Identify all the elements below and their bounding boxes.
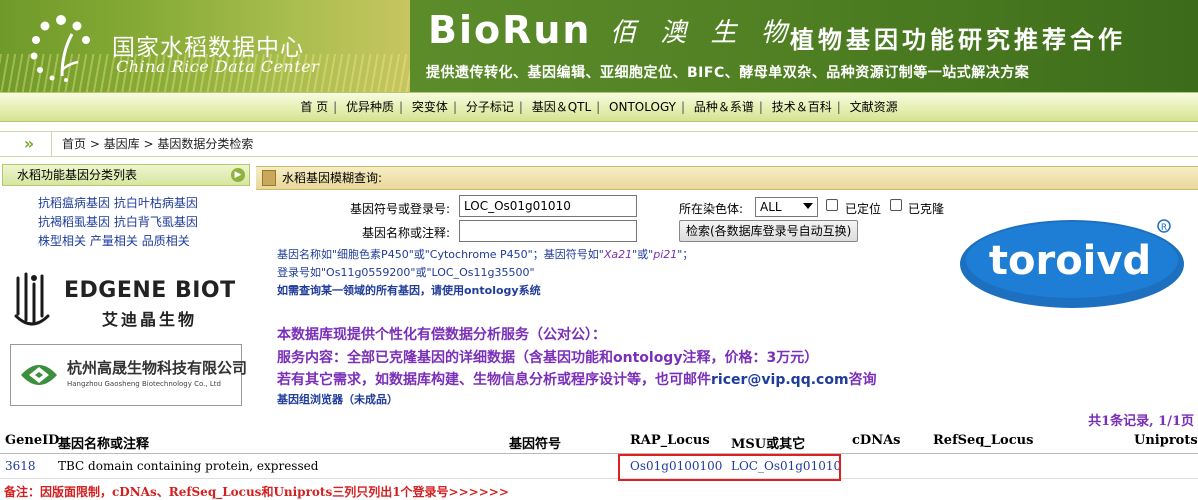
nav-separator: |: [596, 100, 601, 114]
header-banner: 国家水稻数据中心 China Rice Data Center BioRun 佰…: [0, 0, 1198, 92]
biorun-brand-cn: 佰 澳 生 物: [610, 18, 795, 48]
located-checkbox[interactable]: [826, 199, 838, 211]
query-panel-title: 水稻基因模糊查询:: [282, 171, 383, 185]
nav-mutant[interactable]: 突变体: [408, 100, 452, 114]
nav-separator: |: [452, 100, 457, 114]
gene-name-cell: TBC domain containing protein, expressed: [58, 459, 319, 473]
nav-gene-qtl[interactable]: 基因＆QTL: [528, 100, 595, 114]
nav-separator: |: [758, 100, 763, 114]
nav-ontology[interactable]: ONTOLOGY: [605, 100, 680, 114]
nav-tech-wiki[interactable]: 技术＆百科: [768, 100, 836, 114]
symbol-label: 基因符号或登录号:: [350, 202, 451, 216]
nav-separator: |: [836, 100, 841, 114]
result-count: 共1条记录, 1/1页: [1088, 414, 1194, 429]
nav-separator: |: [333, 100, 338, 114]
breadcrumb[interactable]: 首页 > 基因库 > 基因数据分类检索: [62, 132, 253, 156]
site-title-en: China Rice Data Center: [116, 57, 320, 76]
genome-browser-link[interactable]: 基因组浏览器（未成品）: [277, 391, 398, 407]
chevron-down-icon: [803, 203, 813, 209]
contact-email-link[interactable]: ricer@vip.qq.com: [711, 372, 849, 388]
hint-text: 基因名称如"细胞色素P450"或"Cytochrome P450"；基因符号如": [277, 248, 604, 261]
sidebar-link-blight-resistance[interactable]: 抗白叶枯病基因: [114, 196, 198, 210]
play-arrow-icon[interactable]: ▶: [231, 168, 245, 182]
rice-data-center-banner[interactable]: 国家水稻数据中心 China Rice Data Center: [0, 0, 410, 92]
nav-separator: |: [399, 100, 404, 114]
cloned-checkbox[interactable]: [890, 199, 902, 211]
biorun-ad-banner[interactable]: BioRun 佰 澳 生 物 植物基因功能研究推荐合作 提供遗传转化、基因编辑、…: [410, 0, 1198, 92]
col-symbol: 基因符号: [509, 437, 562, 452]
search-button[interactable]: 检索(各数据库登录号自动互换): [679, 220, 859, 242]
toroivd-ad[interactable]: toroivd R: [958, 208, 1190, 312]
hint-example-pi21: pi21: [653, 248, 678, 261]
gaosheng-ad[interactable]: 杭州高晟生物科技有限公司 Hangzhou Gaosheng Biotechno…: [10, 344, 247, 406]
hint-example-names: 基因名称如"细胞色素P450"或"Cytochrome P450"；基因符号如"…: [277, 246, 693, 262]
ad-services: 提供遗传转化、基因编辑、亚细胞定位、BIFC、酵母单双杂、品种资源订制等一站式解…: [426, 65, 1030, 81]
ontology-link[interactable]: 如需查询某一领域的所有基因，请使用ontology系统: [277, 282, 541, 298]
col-geneid: GeneID: [5, 433, 60, 448]
service-contact-text: 若有其它需求，如数据库构建、生物信息分析或程序设计等，也可邮件: [277, 372, 711, 388]
rice-data-center-logo: [30, 15, 90, 82]
hint-text: "或": [632, 248, 654, 261]
name-label: 基因名称或注释:: [362, 226, 451, 240]
sidebar-link-wbph-resistance[interactable]: 抗白背飞虱基因: [114, 215, 198, 229]
query-panel-header: 水稻基因模糊查询:: [256, 166, 1198, 190]
highlight-annotation-box: [618, 454, 841, 481]
nav-literature[interactable]: 文献资源: [846, 100, 902, 114]
nav-varieties[interactable]: 品种＆系谱: [690, 100, 758, 114]
results-table-header: GeneID 基因名称或注释 基因符号 RAP_Locus MSU或其它 cDN…: [0, 430, 1198, 454]
nav-markers[interactable]: 分子标记: [462, 100, 518, 114]
hint-example-xa21: Xa21: [603, 248, 633, 261]
breadcrumb-bar: » 首页 > 基因库 > 基因数据分类检索: [0, 131, 1198, 157]
footnote: 备注：因版面限制，cDNAs、RefSeq_Locus和Uniprots三列只列…: [4, 485, 509, 499]
col-uniprots: Uniprots: [1134, 433, 1198, 448]
folder-icon: [262, 170, 276, 186]
ad-slogan: 植物基因功能研究推荐合作: [790, 26, 1126, 54]
sidebar-title: 水稻功能基因分类列表: [17, 168, 138, 182]
geneid-link[interactable]: 3618: [5, 459, 36, 473]
nav-separator: |: [518, 100, 523, 114]
service-content: 服务内容：全部已克隆基因的详细数据（含基因功能和ontology注释，价格：3万…: [277, 350, 819, 366]
edgene-ad[interactable]: EDGENE BIOT 艾迪晶生物: [10, 268, 248, 334]
gaosheng-logo-icon: [21, 365, 57, 385]
main-nav: 首 页 | 优异种质 | 突变体 | 分子标记 | 基因＆QTL | ONTOLOGY | …: [0, 92, 1198, 122]
hint-example-accessions: 登录号如"Os11g0559200"或"LOC_Os11g35500": [277, 266, 535, 279]
double-chevron-icon: »: [4, 132, 52, 156]
chromosome-label: 所在染色体:: [679, 202, 744, 216]
service-intro: 本数据库现提供个性化有偿数据分析服务（公对公）：: [277, 327, 606, 343]
sidebar-link-plant-type[interactable]: 株型相关: [38, 234, 86, 248]
table-row: 3618 TBC domain containing protein, expr…: [0, 455, 1198, 479]
sidebar-header: 水稻功能基因分类列表 ▶: [2, 164, 250, 186]
nav-home[interactable]: 首 页: [296, 100, 332, 114]
edgene-name: EDGENE BIOT: [64, 278, 236, 303]
toroivd-logo: toroivd R: [960, 219, 1184, 308]
toroivd-logo-text: toroivd: [989, 238, 1151, 284]
col-rap-locus: RAP_Locus: [630, 433, 710, 448]
cloned-label: 已克隆: [908, 202, 945, 216]
hint-text: "；: [677, 248, 694, 261]
gaosheng-name-cn: 杭州高晟生物科技有限公司: [67, 359, 248, 377]
sidebar-link-yield[interactable]: 产量相关: [90, 234, 138, 248]
nav-separator: |: [680, 100, 686, 114]
sidebar-links: 抗稻瘟病基因 抗白叶枯病基因 抗褐稻虱基因 抗白背飞虱基因 株型相关 产量相关 …: [38, 194, 248, 251]
col-msu: MSU或其它: [731, 437, 806, 452]
col-refseq-locus: RefSeq_Locus: [933, 433, 1034, 448]
service-contact: 若有其它需求，如数据库构建、生物信息分析或程序设计等，也可邮件ricer@vip…: [277, 369, 877, 389]
nav-germplasm[interactable]: 优异种质: [342, 100, 398, 114]
edgene-name-cn: 艾迪晶生物: [102, 310, 198, 329]
service-contact-text: 咨询: [848, 372, 877, 388]
chromosome-select[interactable]: ALL: [755, 197, 818, 217]
edgene-logo-icon: [14, 272, 50, 326]
located-label: 已定位: [845, 202, 882, 216]
sidebar-link-blast-resistance[interactable]: 抗稻瘟病基因: [38, 196, 110, 210]
col-cdnas: cDNAs: [852, 433, 901, 448]
chromosome-select-value: ALL: [760, 200, 782, 214]
sidebar-link-bph-resistance[interactable]: 抗褐稻虱基因: [38, 215, 110, 229]
gaosheng-name-en: Hangzhou Gaosheng Biotechnology Co., Ltd: [67, 380, 221, 388]
symbol-input[interactable]: LOC_Os01g01010: [459, 195, 637, 217]
svg-text:R: R: [1161, 223, 1167, 233]
name-input[interactable]: [459, 220, 637, 242]
biorun-logo: BioRun: [428, 8, 592, 52]
col-name: 基因名称或注释: [58, 437, 150, 452]
sidebar-link-quality[interactable]: 品质相关: [142, 234, 190, 248]
